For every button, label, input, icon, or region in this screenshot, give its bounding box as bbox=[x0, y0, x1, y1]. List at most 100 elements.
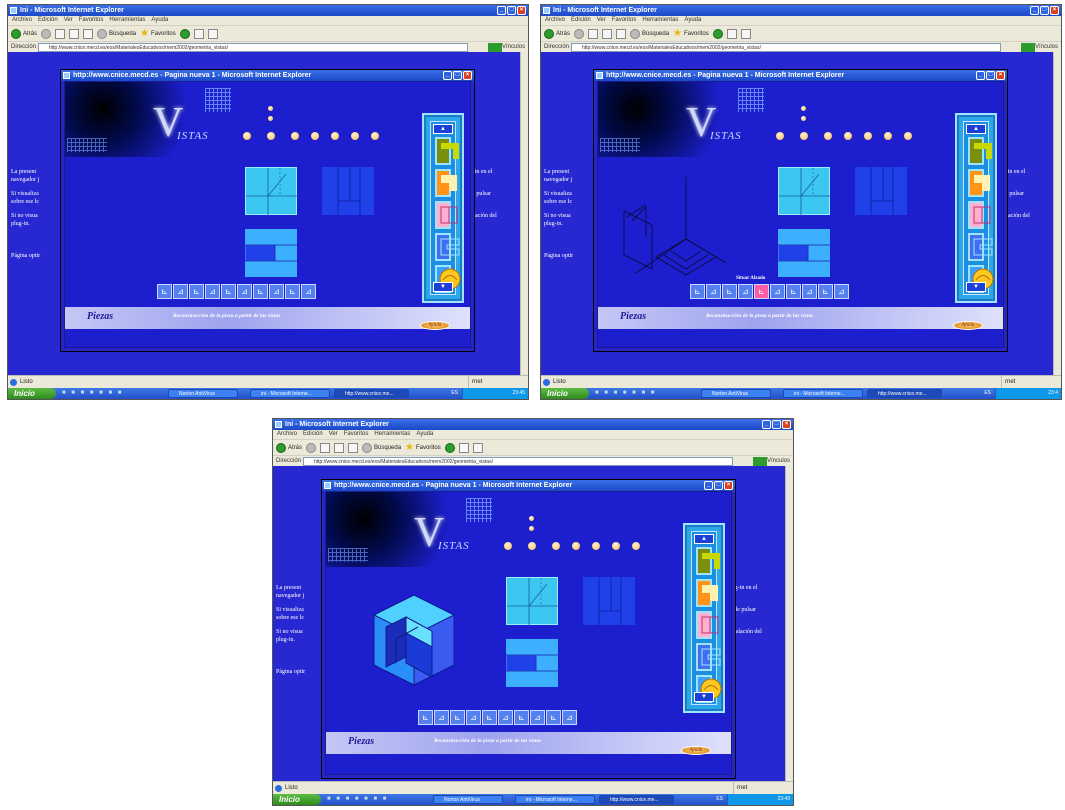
back-button[interactable]: Atrás bbox=[11, 28, 37, 39]
tool-button[interactable]: ⊿ bbox=[738, 284, 753, 299]
task-button[interactable]: http://www.cnice.me... bbox=[867, 389, 942, 398]
start-button[interactable]: Inicio bbox=[8, 388, 56, 399]
history-icon[interactable] bbox=[444, 442, 455, 453]
favorites-button[interactable]: ★ Favoritos bbox=[140, 28, 176, 39]
top-view[interactable] bbox=[245, 229, 297, 277]
side-view[interactable] bbox=[855, 167, 907, 215]
menu-archivo[interactable]: Archivo bbox=[12, 17, 32, 23]
front-view[interactable] bbox=[778, 167, 831, 216]
menu-archivo[interactable]: Archivo bbox=[277, 431, 297, 437]
close-button[interactable]: × bbox=[996, 71, 1005, 80]
forward-arrow-icon[interactable] bbox=[41, 28, 52, 39]
back-button[interactable]: Atrás bbox=[544, 28, 570, 39]
minimize-button[interactable]: _ bbox=[704, 481, 713, 490]
tool-button[interactable]: ⊿ bbox=[301, 284, 316, 299]
mail-icon[interactable] bbox=[726, 28, 737, 39]
tool-button[interactable]: ⊾ bbox=[221, 284, 236, 299]
history-icon[interactable] bbox=[179, 28, 190, 39]
piece-thumbnail[interactable] bbox=[968, 201, 991, 229]
tool-button[interactable]: ⊾ bbox=[157, 284, 172, 299]
refresh-icon[interactable] bbox=[602, 28, 613, 39]
tool-button[interactable]: ⊿ bbox=[834, 284, 849, 299]
maximize-button[interactable]: □ bbox=[453, 71, 462, 80]
task-button[interactable]: Norton AntiVirus bbox=[433, 795, 503, 804]
history-icon[interactable] bbox=[712, 28, 723, 39]
top-view[interactable] bbox=[506, 639, 558, 687]
tool-button[interactable]: ⊿ bbox=[498, 710, 513, 725]
tool-button[interactable]: ⊿ bbox=[466, 710, 481, 725]
minimize-button[interactable]: _ bbox=[1030, 6, 1039, 15]
scroll-up-button[interactable]: ▲ bbox=[966, 124, 986, 134]
maximize-button[interactable]: □ bbox=[772, 420, 781, 429]
tool-button[interactable]: ⊾ bbox=[450, 710, 465, 725]
scroll-down-button[interactable]: ▼ bbox=[694, 692, 714, 702]
vertical-scrollbar[interactable] bbox=[785, 466, 793, 781]
piece-thumbnail[interactable] bbox=[435, 169, 457, 197]
tool-button[interactable]: ⊾ bbox=[285, 284, 300, 299]
piece-thumbnail[interactable] bbox=[435, 233, 460, 261]
menu-herramientas[interactable]: Herramientas bbox=[374, 431, 410, 437]
minimize-button[interactable]: _ bbox=[762, 420, 771, 429]
address-input[interactable]: http://www.cnice.mecd.es/eos/MaterialesE… bbox=[303, 457, 733, 466]
scroll-down-button[interactable]: ▼ bbox=[433, 282, 453, 292]
print-icon[interactable] bbox=[740, 28, 751, 39]
vertical-scrollbar[interactable] bbox=[1053, 52, 1061, 375]
piece-thumbnail[interactable] bbox=[968, 137, 992, 165]
piece-thumbnail[interactable] bbox=[696, 611, 719, 639]
minimize-button[interactable]: _ bbox=[976, 71, 985, 80]
situar-alzado-button[interactable]: ⊾ bbox=[754, 284, 769, 299]
stop-icon[interactable] bbox=[588, 28, 599, 39]
maximize-button[interactable]: □ bbox=[714, 481, 723, 490]
task-button[interactable]: ini - Microsoft Interne... bbox=[783, 389, 863, 398]
tool-button[interactable]: ⊾ bbox=[514, 710, 529, 725]
tool-button[interactable]: ⊾ bbox=[418, 710, 433, 725]
tool-button[interactable]: ⊾ bbox=[253, 284, 268, 299]
tool-button[interactable]: ⊾ bbox=[690, 284, 705, 299]
tool-button[interactable]: ⊿ bbox=[205, 284, 220, 299]
tool-button[interactable]: ⊿ bbox=[802, 284, 817, 299]
refresh-icon[interactable] bbox=[334, 442, 345, 453]
language-indicator[interactable]: ES bbox=[451, 388, 458, 399]
menu-edicion[interactable]: Edición bbox=[303, 431, 323, 437]
menu-favoritos[interactable]: Favoritos bbox=[79, 17, 104, 23]
menu-herramientas[interactable]: Herramientas bbox=[642, 17, 678, 23]
piece-thumbnail[interactable] bbox=[696, 579, 718, 607]
favorites-button[interactable]: ★ Favoritos bbox=[405, 442, 441, 453]
scroll-down-button[interactable]: ▼ bbox=[966, 282, 986, 292]
front-view[interactable] bbox=[506, 577, 559, 626]
task-button[interactable]: ini - Microsoft Interne... bbox=[515, 795, 595, 804]
scroll-up-button[interactable]: ▲ bbox=[433, 124, 453, 134]
close-button[interactable]: × bbox=[782, 420, 791, 429]
menu-ayuda[interactable]: Ayuda bbox=[416, 431, 433, 437]
print-icon[interactable] bbox=[472, 442, 483, 453]
top-view[interactable] bbox=[778, 229, 830, 277]
help-button[interactable]: Ayuda bbox=[420, 321, 450, 330]
menu-ayuda[interactable]: Ayuda bbox=[151, 17, 168, 23]
tool-button[interactable]: ⊾ bbox=[482, 710, 497, 725]
tool-button[interactable]: ⊿ bbox=[706, 284, 721, 299]
back-button[interactable]: Atrás bbox=[276, 442, 302, 453]
menu-ver[interactable]: Ver bbox=[329, 431, 338, 437]
maximize-button[interactable]: □ bbox=[507, 6, 516, 15]
tool-button[interactable]: ⊾ bbox=[818, 284, 833, 299]
tool-button[interactable]: ⊾ bbox=[722, 284, 737, 299]
start-button[interactable]: Inicio bbox=[541, 388, 589, 399]
menu-ver[interactable]: Ver bbox=[64, 17, 73, 23]
stop-icon[interactable] bbox=[55, 28, 66, 39]
piece-thumbnail[interactable] bbox=[968, 233, 993, 261]
home-icon[interactable] bbox=[616, 28, 627, 39]
minimize-button[interactable]: _ bbox=[443, 71, 452, 80]
menu-favoritos[interactable]: Favoritos bbox=[612, 17, 637, 23]
close-button[interactable]: × bbox=[1050, 6, 1059, 15]
search-button[interactable]: Búsqueda bbox=[97, 28, 136, 39]
help-button[interactable]: Ayuda bbox=[953, 321, 983, 330]
menu-ver[interactable]: Ver bbox=[597, 17, 606, 23]
front-view[interactable] bbox=[245, 167, 298, 216]
menu-edicion[interactable]: Edición bbox=[571, 17, 591, 23]
help-button[interactable]: Ayuda bbox=[681, 746, 711, 755]
piece-thumbnail[interactable] bbox=[696, 643, 721, 671]
tool-button[interactable]: ⊾ bbox=[189, 284, 204, 299]
tool-button[interactable]: ⊿ bbox=[530, 710, 545, 725]
stop-icon[interactable] bbox=[320, 442, 331, 453]
address-input[interactable]: http://www.cnice.mecd.es/eos/MaterialesE… bbox=[571, 43, 1001, 52]
